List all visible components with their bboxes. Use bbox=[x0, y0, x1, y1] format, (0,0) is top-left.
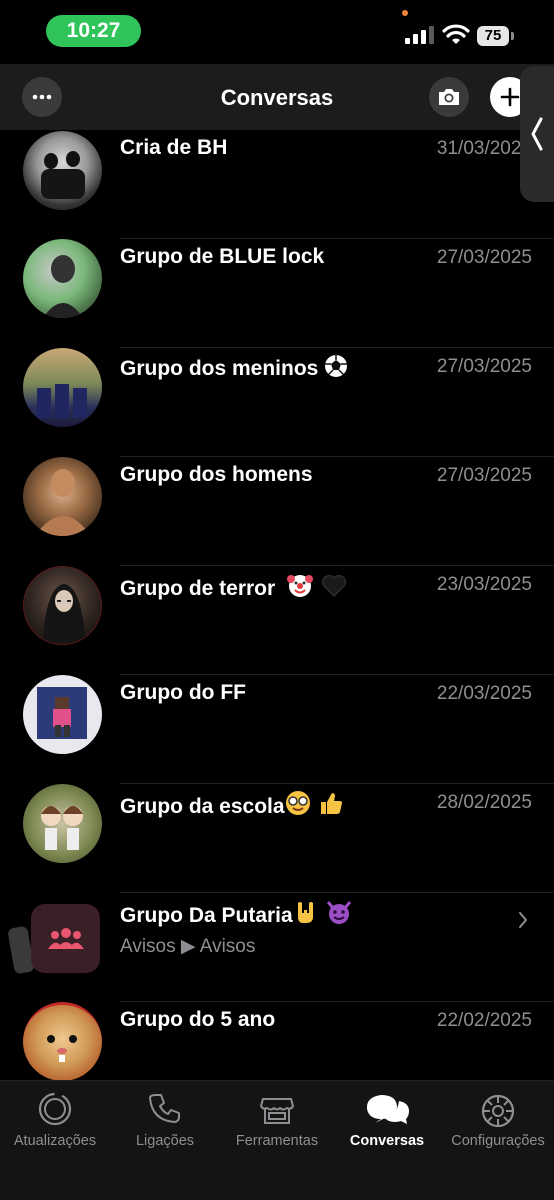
chat-date: 28/02/2025 bbox=[436, 792, 532, 813]
chat-row[interactable]: Grupo do FF 22/03/2025 bbox=[0, 675, 554, 784]
status-icon bbox=[38, 1092, 72, 1126]
tab-label: Configurações bbox=[451, 1133, 545, 1149]
chat-row[interactable]: Grupo do 5 ano 22/02/2025 bbox=[0, 1002, 554, 1080]
chat-avatar bbox=[23, 348, 102, 427]
chat-row[interactable]: Grupo dos meninos 27/03/2025 bbox=[0, 348, 554, 457]
chat-avatar bbox=[23, 457, 102, 536]
page-title: Conversas bbox=[220, 85, 334, 110]
cellular-signal-icon bbox=[405, 26, 434, 44]
tab-label: Atualizações bbox=[13, 1133, 97, 1149]
chat-name: Grupo dos homens bbox=[120, 463, 313, 486]
chat-date: 22/03/2025 bbox=[436, 683, 532, 704]
community-group-icon bbox=[48, 928, 84, 949]
chat-row[interactable]: Cria de BH 31/03/2025 bbox=[0, 130, 554, 239]
chat-date: 27/03/2025 bbox=[436, 356, 532, 377]
store-icon bbox=[260, 1098, 294, 1124]
clown-icon bbox=[287, 572, 314, 604]
chat-row[interactable]: Grupo dos homens 27/03/2025 bbox=[0, 457, 554, 566]
phone-icon bbox=[149, 1094, 180, 1123]
chat-date: 27/03/2025 bbox=[436, 247, 532, 268]
tab-calls[interactable]: Ligações bbox=[110, 1081, 220, 1161]
chat-avatar bbox=[23, 784, 102, 863]
chat-list: Cria de BH 31/03/2025 Grupo de BLUE lock… bbox=[0, 130, 554, 1080]
chat-name: Grupo do FF bbox=[120, 681, 246, 704]
tab-label: Ligações bbox=[135, 1133, 195, 1149]
smiling-devil-icon bbox=[325, 899, 353, 931]
plus-icon bbox=[500, 87, 520, 107]
gear-icon bbox=[481, 1094, 515, 1128]
tab-bar: Atualizações Ligações Ferramentas Conver… bbox=[0, 1080, 554, 1200]
chat-name: Grupo da escola bbox=[120, 790, 343, 822]
tab-updates[interactable]: Atualizações bbox=[0, 1081, 110, 1161]
wifi-icon bbox=[442, 24, 470, 44]
community-avatar bbox=[31, 904, 100, 973]
chat-avatar bbox=[23, 131, 102, 210]
chat-row[interactable]: Grupo Da Putaria Avisos ▶ Avisos bbox=[0, 893, 554, 1002]
chat-name: Grupo de BLUE lock bbox=[120, 245, 325, 268]
chat-date: 31/03/2025 bbox=[436, 138, 532, 159]
chat-row[interactable]: Grupo de terror 23/03/2025 bbox=[0, 566, 554, 675]
nerd-face-icon bbox=[285, 790, 311, 822]
chat-row[interactable]: Grupo de BLUE lock 27/03/2025 bbox=[0, 239, 554, 348]
chevron-right-icon[interactable] bbox=[518, 911, 528, 929]
chat-date: 27/03/2025 bbox=[436, 465, 532, 486]
chat-name: Grupo dos meninos bbox=[120, 354, 348, 384]
chat-avatar bbox=[23, 566, 102, 645]
status-bar: 10:27 75 bbox=[0, 0, 554, 64]
chat-name: Grupo de terror bbox=[120, 572, 347, 604]
chat-date: 22/02/2025 bbox=[436, 1010, 532, 1031]
tab-tools[interactable]: Ferramentas bbox=[222, 1081, 332, 1161]
tab-chats[interactable]: Conversas bbox=[332, 1081, 442, 1161]
rock-hand-icon bbox=[293, 899, 319, 931]
tab-settings[interactable]: Configurações bbox=[443, 1081, 553, 1161]
chevron-left-icon bbox=[531, 117, 543, 151]
chat-avatar bbox=[23, 675, 102, 754]
battery-indicator: 75 bbox=[477, 26, 509, 46]
side-panel-handle[interactable] bbox=[520, 66, 554, 202]
thumbs-up-icon bbox=[317, 790, 343, 822]
status-time[interactable]: 10:27 bbox=[46, 15, 141, 47]
camera-button[interactable] bbox=[429, 77, 469, 117]
chats-icon bbox=[366, 1095, 409, 1124]
chat-date: 23/03/2025 bbox=[436, 574, 532, 595]
chat-name: Grupo Da Putaria bbox=[120, 899, 353, 931]
chat-avatar bbox=[23, 239, 102, 318]
nav-bar: Conversas bbox=[0, 64, 554, 130]
chat-row[interactable]: Grupo da escola 28/02/2025 bbox=[0, 784, 554, 893]
camera-icon bbox=[439, 89, 459, 105]
tab-label: Ferramentas bbox=[235, 1133, 319, 1149]
chat-name: Cria de BH bbox=[120, 136, 228, 159]
tab-label: Conversas bbox=[349, 1133, 425, 1149]
privacy-indicator bbox=[402, 10, 408, 16]
black-heart-icon bbox=[321, 574, 347, 604]
chat-subtitle: Avisos ▶ Avisos bbox=[120, 936, 256, 957]
soccer-ball-icon bbox=[324, 354, 348, 384]
battery-tip bbox=[511, 32, 514, 40]
chat-avatar bbox=[23, 1002, 102, 1080]
chat-name: Grupo do 5 ano bbox=[120, 1008, 276, 1031]
